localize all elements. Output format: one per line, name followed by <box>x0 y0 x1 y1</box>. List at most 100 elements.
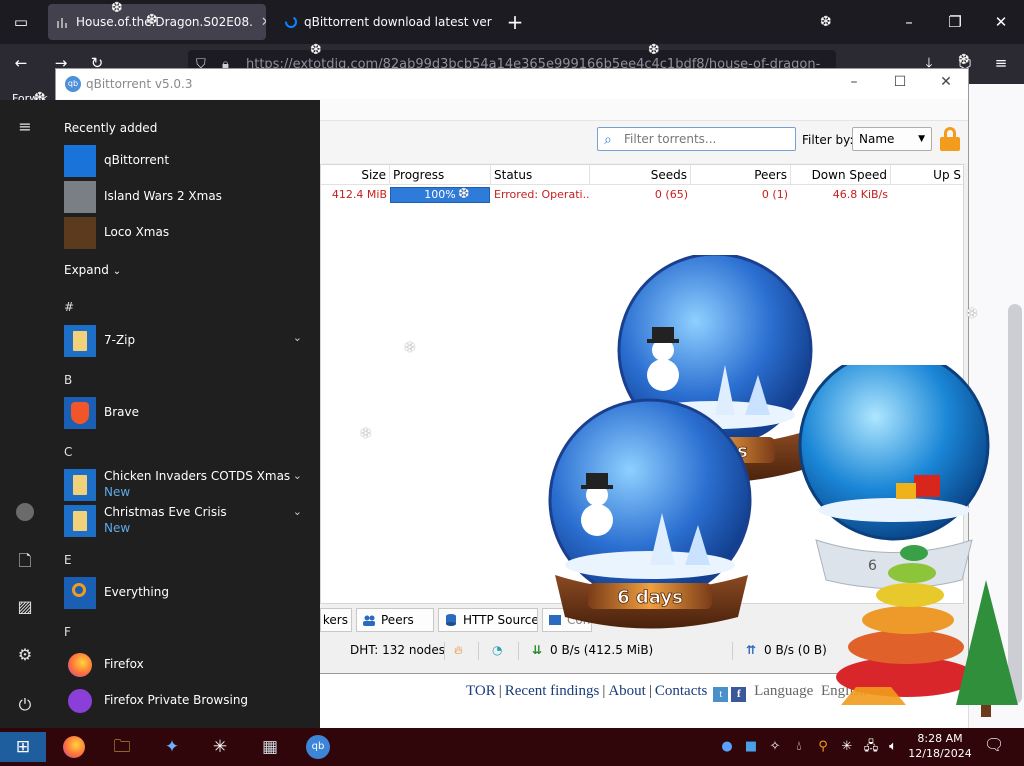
qbittorrent-tray-icon[interactable]: ● <box>718 738 736 756</box>
col-down-speed[interactable]: Down Speed <box>791 165 891 185</box>
start-menu: ≡ 🗋︎ ▨ ⚙︎ ⏻ Recently added qBittorrent I… <box>0 100 320 728</box>
link-tor[interactable]: TOR <box>466 683 496 699</box>
network-icon[interactable]: 🖧︎ <box>862 738 880 756</box>
snowflake-decoration: ❆ <box>966 306 978 322</box>
group-letter-c[interactable]: C <box>64 445 72 459</box>
link-about[interactable]: About <box>608 683 646 699</box>
start-item-label: Everything <box>104 585 169 599</box>
link-contacts[interactable]: Contacts <box>655 683 708 699</box>
taskbar: ⊞ 🗀︎ ✦ ✳ ▦ qb ● ■ ✧ 💧︎ ⚲ ✳ 🖧︎ 🔈︎ 8:28 AM… <box>0 728 1024 766</box>
everything-taskbar-icon[interactable]: ✳ <box>200 732 240 762</box>
start-item-label: Island Wars 2 Xmas <box>104 189 222 203</box>
start-item-chicken-invaders[interactable]: Chicken Invaders COTDS Xmas New ⌄ <box>64 468 312 502</box>
filter-placeholder: Filter torrents... <box>624 132 717 146</box>
start-item-qbittorrent[interactable]: qBittorrent <box>64 144 312 178</box>
christmas-tree-globe-decoration: 6 <box>798 365 1018 717</box>
start-item-firefox[interactable]: Firefox <box>64 648 312 682</box>
image-app-taskbar-icon[interactable]: ▦ <box>250 732 290 762</box>
minimize-icon[interactable]: – <box>894 7 924 37</box>
qbittorrent-taskbar-icon[interactable]: qb <box>298 732 338 762</box>
folder-icon <box>64 325 96 357</box>
torrent-down-speed: 46.8 KiB/s <box>832 188 888 201</box>
group-letter-hash[interactable]: # <box>64 300 74 314</box>
start-item-loco-xmas[interactable]: Loco Xmas <box>64 216 312 250</box>
chevron-down-icon[interactable]: ⌄ <box>293 469 302 482</box>
facebook-icon[interactable]: f <box>731 687 747 702</box>
windows-start-icon[interactable]: ⊞ <box>0 732 46 762</box>
chevron-down-icon[interactable]: ⌄ <box>293 331 302 344</box>
start-item-label: qBittorrent <box>104 153 170 167</box>
torrent-progress-bar: 100% <box>390 187 490 203</box>
col-peers[interactable]: Peers <box>691 165 791 185</box>
hamburger-menu-icon[interactable]: ≡ <box>12 114 38 140</box>
peers-icon <box>363 615 375 626</box>
document-icon[interactable]: 🗋︎ <box>12 548 38 574</box>
start-item-brave[interactable]: Brave <box>64 396 312 430</box>
tray-app-icon[interactable]: ✧ <box>766 738 784 756</box>
tray-drop-icon[interactable]: 💧︎ <box>790 738 808 756</box>
speed-gauge-icon[interactable]: ◔ <box>492 643 502 657</box>
qb-minimize-icon[interactable]: – <box>834 74 874 94</box>
col-progress[interactable]: Progress <box>390 165 491 185</box>
firefox-taskbar-icon[interactable] <box>54 732 94 762</box>
chevron-down-icon[interactable]: ⌄ <box>293 505 302 518</box>
app-taskbar-icon[interactable]: ✦ <box>152 732 192 762</box>
group-letter-b[interactable]: B <box>64 373 72 387</box>
tray-everything-icon[interactable]: ✳ <box>838 738 856 756</box>
settings-gear-icon[interactable]: ⚙︎ <box>12 642 38 668</box>
globe-countdown-label-2: 6 days <box>617 587 683 608</box>
expand-button[interactable]: Expand ⌄ <box>64 263 121 277</box>
user-avatar-icon[interactable] <box>12 498 38 524</box>
link-recent-findings[interactable]: Recent findings <box>505 683 600 699</box>
tab-trackers[interactable]: kers <box>320 608 352 632</box>
notification-icon[interactable]: 🗨︎ <box>984 736 1004 754</box>
lock-icon[interactable] <box>940 127 960 151</box>
close-window-icon[interactable]: ✕ <box>986 7 1016 37</box>
start-item-7zip[interactable]: 7-Zip ⌄ <box>64 324 312 358</box>
start-item-island-wars[interactable]: Island Wars 2 Xmas <box>64 180 312 214</box>
everything-app-icon <box>64 577 96 609</box>
torrent-peers: 0 (1) <box>761 188 788 201</box>
col-up-speed[interactable]: Up S <box>891 165 963 185</box>
col-size[interactable]: Size <box>321 165 390 185</box>
group-letter-e[interactable]: E <box>64 553 72 567</box>
menu-icon[interactable]: ≡ <box>986 48 1016 78</box>
start-item-label: Brave <box>104 405 140 419</box>
tab-qbittorrent-download[interactable]: qBittorrent download latest ver ✕ <box>276 4 492 40</box>
qb-maximize-icon[interactable]: ☐ <box>880 74 920 94</box>
pictures-icon[interactable]: ▨ <box>12 594 38 620</box>
qb-close-icon[interactable]: ✕ <box>926 74 966 94</box>
download-speed-icon: ⇊ <box>532 643 543 657</box>
col-seeds[interactable]: Seeds <box>590 165 691 185</box>
filter-torrents-input[interactable]: ⌕ Filter torrents... <box>597 127 796 151</box>
maximize-icon[interactable]: ❐ <box>940 7 970 37</box>
recently-added-heading: Recently added <box>64 121 158 135</box>
tab-peers[interactable]: Peers <box>356 608 434 632</box>
expand-label: Expand <box>64 263 109 277</box>
back-icon[interactable]: ← <box>6 48 36 78</box>
start-item-label: Firefox <box>104 657 144 671</box>
close-icon[interactable]: ✕ <box>261 15 266 30</box>
tray-square-icon[interactable]: ■ <box>742 738 760 756</box>
power-icon[interactable]: ⏻ <box>12 692 38 718</box>
folder-icon <box>64 505 96 537</box>
tab-list-icon[interactable]: ▭ <box>6 7 36 37</box>
group-letter-f[interactable]: F <box>64 625 71 639</box>
plus-icon[interactable]: + <box>500 7 530 37</box>
filter-by-label: Filter by: <box>802 133 854 147</box>
tray-search-icon[interactable]: ⚲ <box>814 738 832 756</box>
file-explorer-icon[interactable]: 🗀︎ <box>102 732 142 762</box>
tab-http-sources[interactable]: HTTP Sources <box>438 608 538 632</box>
taskbar-clock[interactable]: 8:28 AM 12/18/2024 <box>906 731 974 761</box>
start-item-firefox-private[interactable]: Firefox Private Browsing <box>64 684 312 718</box>
start-item-label: Christmas Eve Crisis <box>104 505 227 519</box>
twitter-icon[interactable]: t <box>713 687 729 702</box>
filter-by-select[interactable]: Name ▼ <box>852 127 932 151</box>
snowflake-decoration: ❆ <box>820 14 832 30</box>
download-speed-status: 0 B/s (412.5 MiB) <box>550 643 654 657</box>
start-item-everything[interactable]: Everything <box>64 576 312 610</box>
volume-muted-icon[interactable]: 🔈︎ <box>884 738 902 756</box>
start-item-christmas-eve-crisis[interactable]: Christmas Eve Crisis New ⌄ <box>64 504 312 538</box>
qbittorrent-app-icon <box>64 145 96 177</box>
col-status[interactable]: Status <box>491 165 590 185</box>
